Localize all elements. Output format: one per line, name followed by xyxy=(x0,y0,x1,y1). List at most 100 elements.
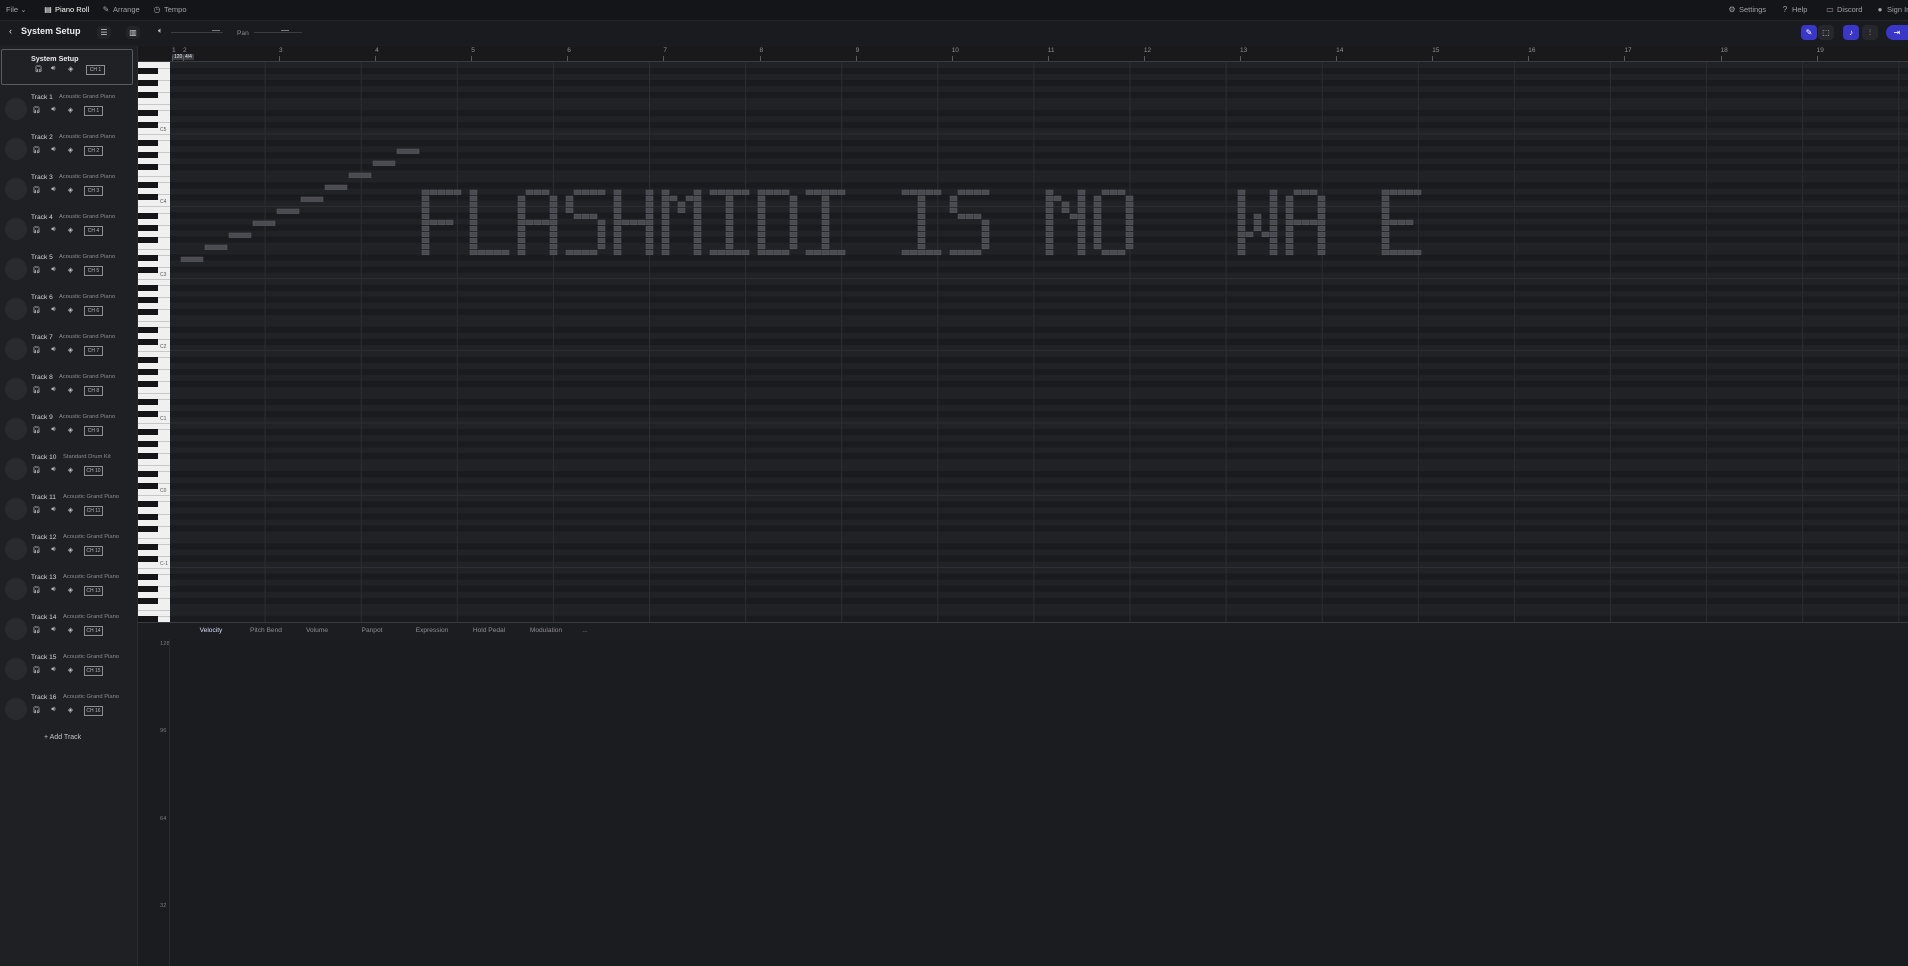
track-item[interactable]: Track 3 Acoustic Grand Piano 🎧︎ 🔊︎ ◈ CH 3 xyxy=(0,169,136,209)
midi-note[interactable] xyxy=(1317,219,1326,225)
channel-badge[interactable]: CH 10 xyxy=(84,466,103,476)
midi-note[interactable] xyxy=(693,213,702,219)
midi-note[interactable] xyxy=(533,189,542,195)
midi-note[interactable] xyxy=(709,249,718,256)
midi-note[interactable] xyxy=(437,189,446,195)
midi-note[interactable] xyxy=(1309,189,1318,195)
midi-note[interactable] xyxy=(733,249,742,256)
midi-note[interactable] xyxy=(765,249,774,256)
midi-note[interactable] xyxy=(693,249,702,256)
midi-note[interactable] xyxy=(1061,201,1070,207)
midi-note[interactable] xyxy=(725,201,734,207)
midi-note[interactable] xyxy=(1269,189,1278,195)
midi-note[interactable] xyxy=(1069,213,1078,219)
midi-note[interactable] xyxy=(1381,201,1390,207)
midi-note[interactable] xyxy=(1269,195,1278,201)
track-item[interactable]: Track 10 Standard Drum Kit 🎧︎ 🔊︎ ◈ CH 10 xyxy=(0,449,136,489)
midi-note[interactable] xyxy=(1077,231,1086,237)
midi-note[interactable] xyxy=(973,213,982,219)
midi-note[interactable] xyxy=(1045,237,1054,244)
sign-in-button[interactable]: ● Sign In xyxy=(1876,0,1908,20)
midi-note[interactable] xyxy=(549,207,558,213)
pan-slider[interactable] xyxy=(254,32,302,33)
midi-note[interactable] xyxy=(469,243,478,250)
midi-note[interactable] xyxy=(1309,219,1318,225)
track-instrument[interactable]: Acoustic Grand Piano xyxy=(59,294,115,300)
black-key[interactable] xyxy=(138,236,158,243)
midi-note[interactable] xyxy=(645,213,654,219)
tab-tempo[interactable]: ◷ Tempo xyxy=(153,0,187,20)
midi-note[interactable] xyxy=(1101,249,1110,256)
timeline-ruler[interactable]: 120 4/4 1 2 3 4 5 6 7 8 9 10 11 12 13 14 15 16 17 18 19 xyxy=(138,46,1908,62)
midi-note[interactable] xyxy=(429,189,438,195)
midi-note[interactable] xyxy=(917,189,926,195)
layers-icon[interactable]: ◈ xyxy=(66,706,75,714)
speaker-icon[interactable]: 🔈︎ xyxy=(158,26,163,36)
midi-note[interactable] xyxy=(957,213,966,219)
midi-note[interactable] xyxy=(204,244,228,250)
midi-note[interactable] xyxy=(669,195,678,201)
midi-note[interactable] xyxy=(1093,231,1102,237)
midi-note[interactable] xyxy=(565,195,574,201)
midi-note[interactable] xyxy=(1125,237,1134,244)
midi-note[interactable] xyxy=(1093,237,1102,244)
layers-icon[interactable]: ◈ xyxy=(66,106,75,114)
midi-note[interactable] xyxy=(573,249,582,256)
midi-note[interactable] xyxy=(1381,225,1390,231)
black-key[interactable] xyxy=(138,513,158,520)
midi-note[interactable] xyxy=(1093,195,1102,201)
speaker-icon[interactable]: 🔊︎ xyxy=(49,706,58,714)
midi-note[interactable] xyxy=(469,237,478,244)
midi-note[interactable] xyxy=(1285,201,1294,207)
midi-note[interactable] xyxy=(421,237,430,244)
midi-note[interactable] xyxy=(613,195,622,201)
midi-note[interactable] xyxy=(757,195,766,201)
midi-note[interactable] xyxy=(925,189,934,195)
midi-note[interactable] xyxy=(917,219,926,225)
midi-note[interactable] xyxy=(421,189,430,195)
track-item[interactable]: Track 13 Acoustic Grand Piano 🎧︎ 🔊︎ ◈ CH 13 xyxy=(0,569,136,609)
midi-note[interactable] xyxy=(981,219,990,225)
track-item[interactable]: Track 1 Acoustic Grand Piano 🎧︎ 🔊︎ ◈ CH 1 xyxy=(0,89,136,129)
layers-icon[interactable]: ◈ xyxy=(66,306,75,314)
track-item[interactable]: Track 16 Acoustic Grand Piano 🎧︎ 🔊︎ ◈ CH 16 xyxy=(0,689,136,729)
midi-note[interactable] xyxy=(1269,225,1278,231)
midi-note[interactable] xyxy=(717,249,726,256)
layers-icon[interactable]: ◈ xyxy=(66,346,75,354)
midi-note[interactable] xyxy=(821,231,830,237)
midi-note[interactable] xyxy=(597,225,606,231)
layers-icon[interactable]: ◈ xyxy=(66,466,75,474)
headphones-icon[interactable]: 🎧︎ xyxy=(32,226,41,234)
midi-note[interactable] xyxy=(789,213,798,219)
midi-note[interactable] xyxy=(573,189,582,195)
midi-note[interactable] xyxy=(677,201,686,207)
midi-note[interactable] xyxy=(581,249,590,256)
midi-note[interactable] xyxy=(1405,249,1414,256)
midi-note[interactable] xyxy=(517,249,526,256)
track-instrument[interactable]: Standard Drum Kit xyxy=(63,454,111,460)
midi-note[interactable] xyxy=(1045,201,1054,207)
midi-note[interactable] xyxy=(1381,219,1390,225)
track-instrument[interactable]: Acoustic Grand Piano xyxy=(63,654,119,660)
midi-note[interactable] xyxy=(933,249,942,256)
channel-badge[interactable]: CH 4 xyxy=(84,226,103,236)
midi-note[interactable] xyxy=(917,225,926,231)
midi-note[interactable] xyxy=(613,213,622,219)
midi-note[interactable] xyxy=(421,225,430,231)
pan-slider-thumb[interactable] xyxy=(281,30,289,34)
midi-note[interactable] xyxy=(933,189,942,195)
midi-note[interactable] xyxy=(765,189,774,195)
midi-note[interactable] xyxy=(1237,243,1246,250)
channel-badge[interactable]: CH 14 xyxy=(84,626,103,636)
black-key[interactable] xyxy=(138,381,158,388)
midi-note[interactable] xyxy=(1269,249,1278,256)
track-instrument[interactable]: Acoustic Grand Piano xyxy=(59,334,115,340)
midi-note[interactable] xyxy=(661,225,670,231)
channel-badge[interactable]: CH 3 xyxy=(84,186,103,196)
speaker-icon[interactable]: 🔊︎ xyxy=(49,266,58,274)
discord-button[interactable]: ▭ Discord xyxy=(1826,0,1862,20)
track-instrument[interactable]: Acoustic Grand Piano xyxy=(59,374,115,380)
midi-note[interactable] xyxy=(757,237,766,244)
midi-note[interactable] xyxy=(1389,189,1398,195)
controller-tab[interactable]: Modulation xyxy=(518,623,574,639)
